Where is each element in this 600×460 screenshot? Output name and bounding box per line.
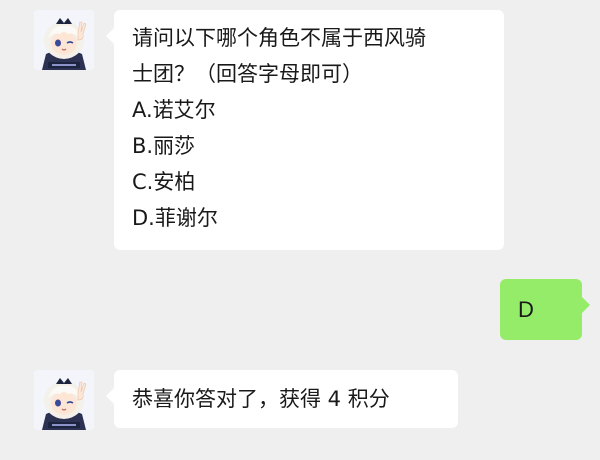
answer-option-c: C.安柏: [132, 170, 196, 194]
message-bubble-result: 恭喜你答对了，获得 4 积分: [106, 370, 458, 428]
message-text: D: [518, 297, 534, 322]
sender-avatar[interactable]: [34, 10, 94, 70]
message-text-line: 请问以下哪个角色不属于西风骑: [132, 26, 426, 50]
answer-option-a: A.诺艾尔: [132, 98, 216, 122]
paimon-avatar-icon: [34, 370, 94, 430]
message-text-line: 士团？（回答字母即可）: [132, 62, 363, 86]
answer-option-d: D.菲谢尔: [132, 206, 218, 230]
paimon-avatar-icon: [34, 10, 94, 70]
answer-option-b: B.丽莎: [132, 134, 196, 158]
sender-avatar[interactable]: [34, 370, 94, 430]
message-text: 恭喜你答对了，获得 4 积分: [132, 387, 390, 411]
message-bubble-question: 请问以下哪个角色不属于西风骑 士团？（回答字母即可） A.诺艾尔 B.丽莎 C.…: [106, 10, 504, 250]
message-bubble-reply: D: [500, 279, 590, 340]
